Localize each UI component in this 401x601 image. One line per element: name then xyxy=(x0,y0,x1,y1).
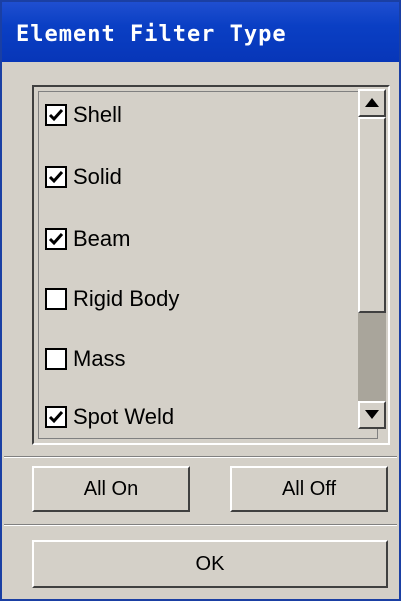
filter-list: Shell Solid Beam Rigid Body Mass Spot We… xyxy=(38,91,378,439)
divider xyxy=(4,524,397,526)
filter-item-mass[interactable]: Mass xyxy=(45,342,126,376)
checkmark-icon xyxy=(48,108,64,122)
filter-list-frame: Shell Solid Beam Rigid Body Mass Spot We… xyxy=(32,85,390,445)
ok-button[interactable]: OK xyxy=(32,540,388,588)
filter-item-rigid-body[interactable]: Rigid Body xyxy=(45,282,179,316)
checkbox-rigid-body[interactable] xyxy=(45,288,67,310)
scroll-down-button[interactable] xyxy=(358,401,386,429)
scroll-up-button[interactable] xyxy=(358,89,386,117)
checkbox-shell[interactable] xyxy=(45,104,67,126)
checkmark-icon xyxy=(48,170,64,184)
filter-item-label: Mass xyxy=(73,346,126,371)
filter-item-label: Spot Weld xyxy=(73,404,175,429)
element-filter-dialog: Element Filter Type Shell Solid Beam Rig… xyxy=(0,0,401,601)
triangle-up-icon xyxy=(365,94,379,112)
checkbox-beam[interactable] xyxy=(45,228,67,250)
all-on-button[interactable]: All On xyxy=(32,466,190,512)
filter-item-label: Rigid Body xyxy=(73,286,180,311)
checkbox-spot-weld[interactable] xyxy=(45,406,67,428)
filter-item-spot-weld[interactable]: Spot Weld xyxy=(45,400,174,434)
filter-item-solid[interactable]: Solid xyxy=(45,160,122,194)
checkmark-icon xyxy=(48,232,64,246)
title-bar[interactable]: Element Filter Type xyxy=(2,2,399,62)
vertical-scrollbar[interactable] xyxy=(358,89,386,429)
triangle-down-icon xyxy=(365,406,379,424)
filter-item-label: Beam xyxy=(73,226,131,251)
filter-item-label: Solid xyxy=(73,164,122,189)
filter-item-shell[interactable]: Shell xyxy=(45,98,122,132)
filter-item-label: Shell xyxy=(73,102,122,127)
checkbox-solid[interactable] xyxy=(45,166,67,188)
checkbox-mass[interactable] xyxy=(45,348,67,370)
checkmark-icon xyxy=(48,410,64,424)
divider xyxy=(4,456,397,458)
all-off-button[interactable]: All Off xyxy=(230,466,388,512)
filter-item-beam[interactable]: Beam xyxy=(45,222,130,256)
scroll-thumb[interactable] xyxy=(358,117,386,313)
window-title: Element Filter Type xyxy=(16,22,287,47)
